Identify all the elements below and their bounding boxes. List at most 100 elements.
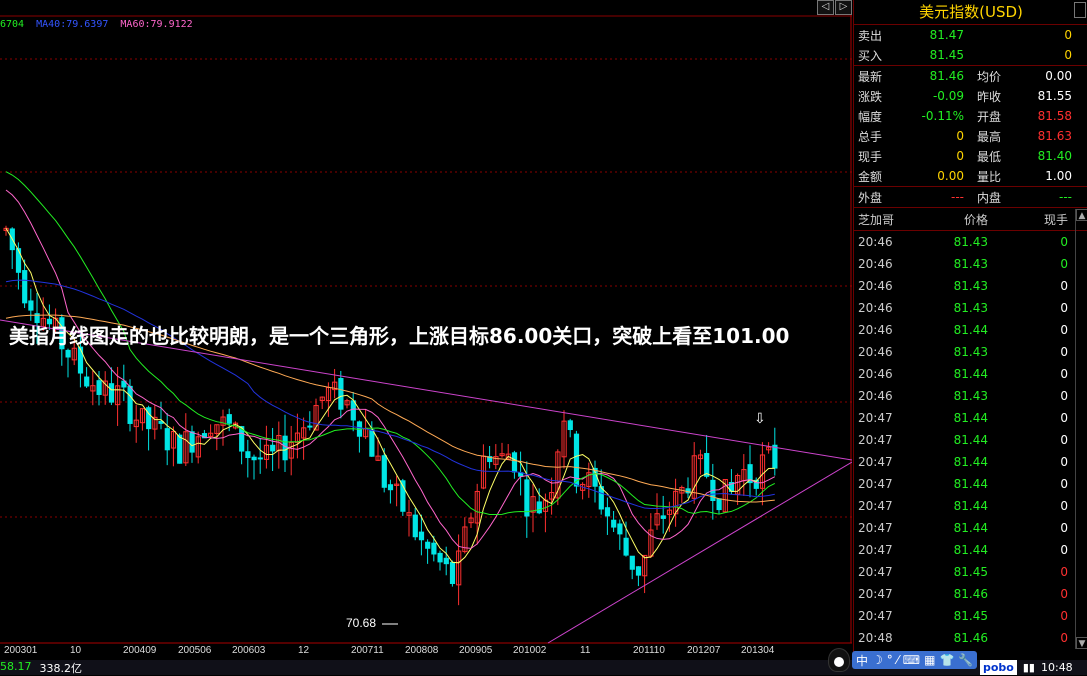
skin-icon[interactable]: 👕 [939, 653, 954, 667]
tick-price: 81.43 [953, 235, 988, 249]
keyboard-icon[interactable]: ⌨ [903, 653, 920, 667]
tick-volume: 0 [1060, 609, 1068, 623]
scroll-down-icon[interactable]: ▼ [1076, 637, 1087, 649]
x-tick-label: 12 [298, 645, 310, 656]
x-tick-label: 201110 [633, 645, 665, 656]
ma-legend-item-1: 6704 [0, 19, 25, 30]
tick-row[interactable]: 20:47 81.44 0 [854, 451, 1087, 473]
x-axis: 200301 10 200409 200506 200603 12 200711… [0, 645, 852, 660]
tick-volume: 0 [1060, 411, 1068, 425]
tick-time: 20:46 [858, 367, 893, 381]
scroll-up-icon[interactable]: ▲ [1076, 209, 1087, 221]
quote-value: 81.46 [929, 69, 964, 83]
tick-row[interactable]: 20:46 81.43 0 [854, 297, 1087, 319]
quote-value: 0.00 [937, 169, 964, 183]
width-icon[interactable]: ⁄ [897, 653, 899, 667]
tick-volume: 0 [1060, 279, 1068, 293]
candle-body [77, 346, 84, 374]
candle-body [604, 507, 611, 517]
tick-row[interactable]: 20:47 81.44 0 [854, 517, 1087, 539]
tick-list[interactable]: 20:46 81.43 0 20:46 81.43 0 20:46 81.43 0 20:46 81… [854, 231, 1087, 649]
candle-body [369, 429, 375, 457]
tick-price: 81.43 [953, 301, 988, 315]
tick-row[interactable]: 20:47 81.45 0 [854, 605, 1087, 627]
candle-body [381, 455, 387, 488]
candle-body [226, 414, 232, 424]
candle-body [338, 378, 344, 410]
candle-body [282, 435, 288, 461]
candle-body [96, 380, 102, 395]
tick-time: 20:47 [858, 587, 893, 601]
chart-caption: 美指月线图走的也比较明朗，是一个三角形，上涨目标86.00关口，突破上看至101… [9, 324, 790, 348]
tick-row[interactable]: 20:46 81.43 0 [854, 341, 1087, 363]
tick-row[interactable]: 20:46 81.43 0 [854, 385, 1087, 407]
next-icon[interactable]: ▷ [835, 0, 852, 15]
moon-icon[interactable]: ☽ [872, 653, 883, 667]
quote-value: 81.45 [929, 48, 964, 62]
taskbar-status: 58.17 338.2亿 [0, 660, 82, 676]
quote-row: 买入 81.45 0 [854, 45, 1087, 66]
candle-body [65, 349, 71, 358]
tick-time: 20:46 [858, 389, 893, 403]
tick-row[interactable]: 20:47 81.44 0 [854, 539, 1087, 561]
tick-time: 20:47 [858, 521, 893, 535]
tick-time: 20:47 [858, 565, 893, 579]
tick-row[interactable]: 20:47 81.44 0 [854, 429, 1087, 451]
tick-scrollbar[interactable]: ▲ ▼ [1075, 209, 1087, 649]
tick-volume: 0 [1060, 235, 1068, 249]
ime-bar[interactable]: 中 ☽ ° ⁄ ⌨ ▦ 👕 🔧 [852, 651, 978, 669]
tick-price: 81.43 [953, 257, 988, 271]
quote-label: 卖出 [858, 28, 883, 43]
ime-toolbar[interactable]: 中 ☽ ° ⁄ ⌨ ▦ 👕 🔧 [828, 648, 978, 672]
quote-label: 涨跌 [858, 89, 883, 104]
quote-label: 最高 [976, 129, 1001, 144]
scroll-handle-icon[interactable] [1074, 2, 1086, 18]
tick-row[interactable]: 20:47 81.44 0 [854, 407, 1087, 429]
candle-body [418, 531, 425, 541]
candle-body [164, 428, 170, 451]
quote-value: 0 [956, 129, 964, 143]
ma-legend: 6704 MA40:79.6397 MA60:79.9122 [0, 19, 199, 30]
tick-row[interactable]: 20:46 81.43 0 [854, 231, 1087, 253]
candle-body [425, 541, 431, 549]
pobo-app-button[interactable]: pobo [980, 660, 1017, 675]
candle-body [431, 542, 437, 555]
tick-header: 芝加哥 价格 现手 [854, 208, 1087, 231]
quote-row: 现手 0 最低 81.40 [854, 146, 1087, 166]
punctuation-icon[interactable]: ° [887, 653, 893, 667]
taskbar: 58.17 338.2亿 中 ☽ ° ⁄ ⌨ ▦ 👕 🔧 pobo ▮▮ 10:… [0, 648, 1087, 676]
tick-price: 81.44 [953, 433, 988, 447]
x-tick-label: 201207 [687, 645, 721, 656]
prev-icon[interactable]: ◁ [817, 0, 834, 15]
x-tick-label: 10 [70, 645, 82, 656]
tick-row[interactable]: 20:47 81.44 0 [854, 473, 1087, 495]
qq-penguin-icon[interactable] [828, 648, 850, 672]
tick-time: 20:47 [858, 433, 893, 447]
tick-row[interactable]: 20:46 81.44 0 [854, 363, 1087, 385]
candle-body [611, 519, 617, 528]
candle-body [623, 537, 629, 556]
chart-area[interactable]: 6704 MA40:79.6397 MA60:79.9122 ◁ ▷ 美指月线图… [0, 0, 852, 660]
tick-row[interactable]: 20:46 81.43 0 [854, 275, 1087, 297]
wrench-icon[interactable]: 🔧 [958, 653, 973, 667]
tick-row[interactable]: 20:46 81.44 0 [854, 319, 1087, 341]
candle-body [257, 457, 263, 460]
tick-price: 81.44 [953, 411, 988, 425]
tick-row[interactable]: 20:48 81.46 0 [854, 627, 1087, 649]
tick-row[interactable]: 20:47 81.46 0 [854, 583, 1087, 605]
tick-row[interactable]: 20:46 81.43 0 [854, 253, 1087, 275]
tick-price: 81.44 [953, 323, 988, 337]
tick-time: 20:47 [858, 411, 893, 425]
tick-price: 81.43 [953, 279, 988, 293]
tick-volume: 0 [1060, 587, 1068, 601]
tick-price: 81.43 [953, 345, 988, 359]
tick-time: 20:46 [858, 345, 893, 359]
tick-price: 81.44 [953, 455, 988, 469]
tick-row[interactable]: 20:47 81.45 0 [854, 561, 1087, 583]
tick-price: 81.44 [953, 477, 988, 491]
quote-rows: 卖出 81.47 0 买入 81.45 0 最新 81.46 均价 0.00 涨跌 -0.09 昨收 81… [854, 25, 1087, 208]
ime-mode[interactable]: 中 [856, 652, 868, 669]
tick-row[interactable]: 20:47 81.44 0 [854, 495, 1087, 517]
tick-volume: 0 [1060, 433, 1068, 447]
grid-icon[interactable]: ▦ [924, 653, 935, 667]
